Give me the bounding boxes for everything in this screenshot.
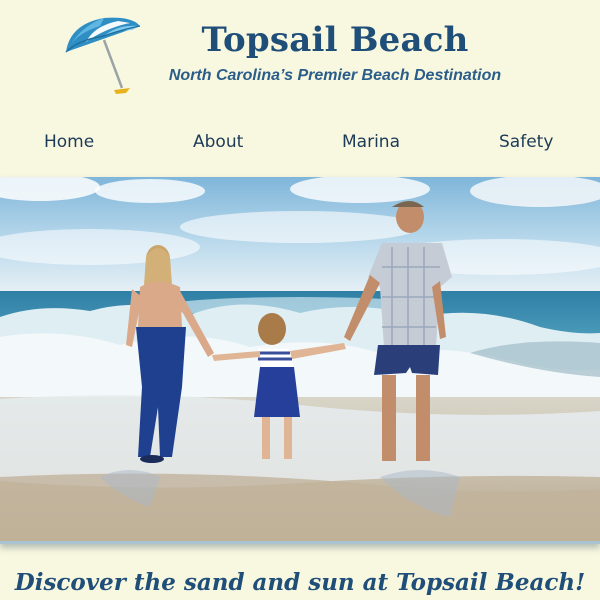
nav-item-marina[interactable]: Marina (342, 128, 400, 156)
site-tagline: North Carolina’s Premier Beach Destinati… (168, 67, 502, 84)
nav-item-safety[interactable]: Safety (499, 128, 553, 156)
page-headline: Discover the sand and sun at Topsail Bea… (14, 569, 586, 596)
beach-umbrella-icon[interactable] (60, 12, 146, 98)
site-header: Topsail Beach North Carolina’s Premier B… (0, 0, 600, 176)
nav-item-home[interactable]: Home (44, 128, 94, 156)
family-at-beach-photo (0, 177, 600, 541)
site-title: Topsail Beach (201, 20, 469, 60)
nav-item-about[interactable]: About (193, 128, 243, 156)
main-nav: Home About Marina Safety (0, 128, 600, 156)
hero-image (0, 177, 600, 544)
